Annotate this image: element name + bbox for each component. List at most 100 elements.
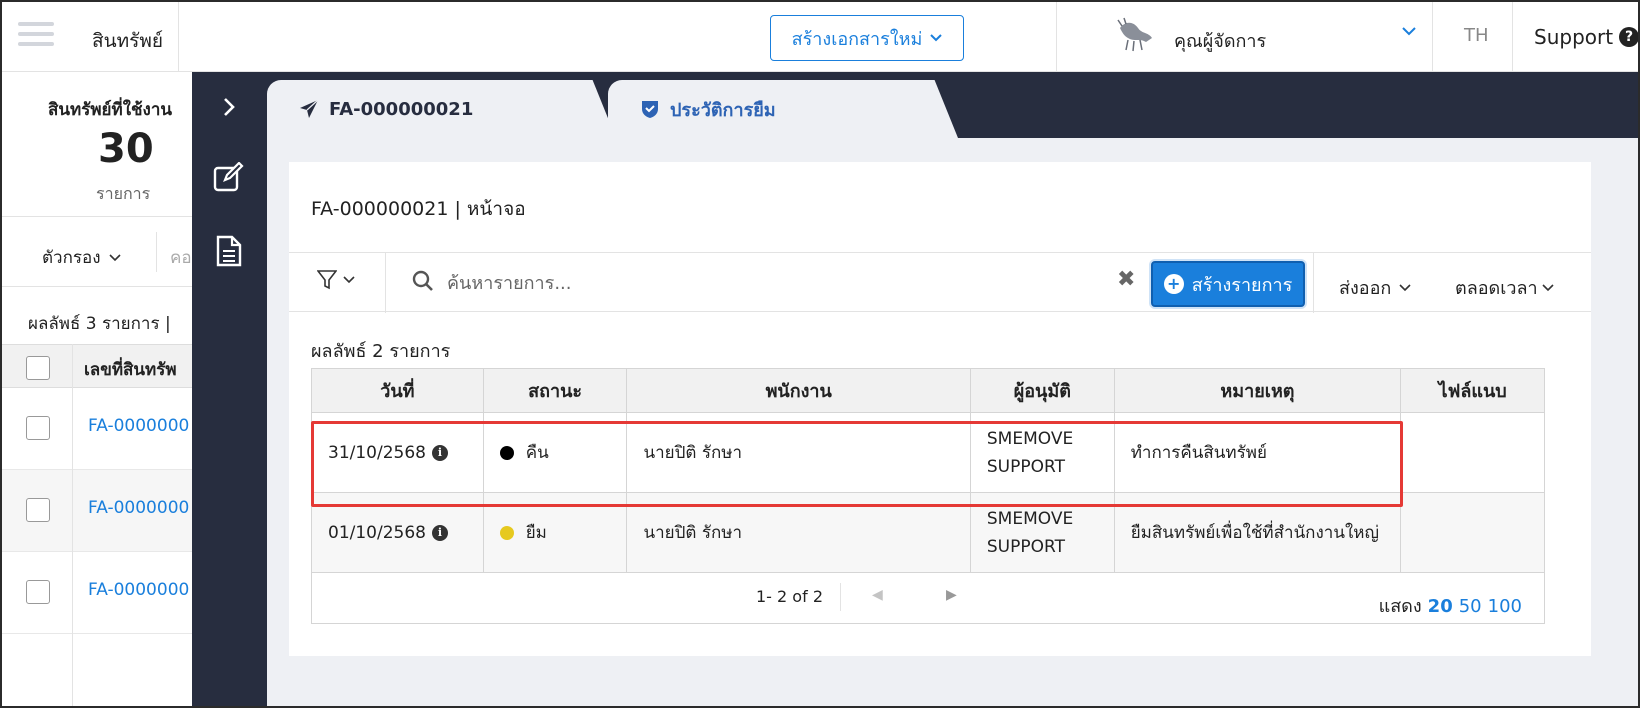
page-size-option[interactable]: 100 — [1488, 596, 1522, 617]
summary-count: 30 — [98, 126, 154, 172]
column-filter-label[interactable]: คอ — [170, 244, 192, 271]
divider — [385, 253, 386, 313]
column-header-approver[interactable]: ผู้อนุมัติ — [971, 369, 1115, 412]
divider — [2, 286, 192, 287]
chevron-right-icon[interactable] — [210, 88, 248, 126]
app-window: สินทรัพย์ สร้างเอกสารใหม่ คุณผู้จัดการ T… — [0, 0, 1640, 708]
select-all-checkbox[interactable] — [26, 356, 50, 380]
help-icon: ? — [1619, 27, 1638, 47]
divider — [178, 2, 179, 72]
new-document-button[interactable]: สร้างเอกสารใหม่ — [770, 15, 964, 61]
attachment-cell — [1401, 413, 1544, 492]
filter-button[interactable] — [317, 269, 355, 291]
divider — [840, 583, 841, 611]
employee-cell: นายปิติ รักษา — [627, 493, 971, 572]
user-menu-chevron-icon[interactable] — [1402, 26, 1416, 36]
row-checkbox[interactable] — [26, 416, 50, 440]
show-label: แสดง — [1378, 596, 1422, 617]
page-size-option[interactable]: 50 — [1459, 596, 1482, 617]
attachment-cell — [1401, 493, 1544, 572]
divider — [1056, 2, 1057, 72]
status-cell: ยืม — [484, 493, 628, 572]
time-range-dropdown[interactable]: ตลอดเวลา — [1455, 273, 1554, 302]
card-title: FA-000000021 | หน้าจอ — [311, 198, 526, 220]
plus-circle-icon: + — [1163, 274, 1184, 294]
create-item-button[interactable]: + สร้างรายการ — [1151, 261, 1305, 307]
history-card: FA-000000021 | หน้าจอ ✖ + สร้างรายการ ส่… — [289, 162, 1591, 656]
info-icon[interactable]: i — [431, 524, 448, 541]
app-title: สินทรัพย์ — [92, 30, 163, 52]
approver-cell: SMEMOVE SUPPORT — [971, 493, 1115, 572]
search-input[interactable] — [447, 267, 1087, 299]
asset-list-panel: สินทรัพย์ที่ใช้งาน 30 รายการ ตัวกรอง คอ … — [2, 72, 192, 706]
note-cell: ยืมสินทรัพย์เพื่อใช้ที่สำนักงานใหญ่ — [1115, 493, 1402, 572]
pagination-info: 1- 2 of 2 — [756, 587, 823, 606]
borrow-history-table: วันที่ สถานะ พนักงาน ผู้อนุมัติ หมายเหตุ… — [311, 368, 1545, 624]
new-document-label: สร้างเอกสารใหม่ — [791, 28, 923, 50]
clear-search-icon[interactable]: ✖ — [1117, 267, 1135, 292]
table-header: วันที่ สถานะ พนักงาน ผู้อนุมัติ หมายเหตุ… — [312, 369, 1544, 413]
tab-borrow-history-label: ประวัติการยืม — [670, 99, 776, 121]
date-cell: 31/10/2568 i — [312, 413, 484, 492]
page-size-selector: แสดง 20 50 100 — [1379, 591, 1522, 620]
user-name[interactable]: คุณผู้จัดการ — [1174, 26, 1266, 55]
tab-asset[interactable]: FA-000000021 — [267, 80, 597, 138]
toolbar: ✖ + สร้างรายการ ส่งออก ตลอดเวลา — [289, 252, 1591, 313]
chevron-down-icon — [930, 34, 943, 42]
tab-borrow-history[interactable]: ประวัติการยืม — [608, 80, 938, 138]
language-switch[interactable]: TH — [1464, 25, 1489, 46]
page-size-option[interactable]: 20 — [1428, 596, 1453, 617]
result-count: ผลลัพธ์ 3 รายการ | — [28, 314, 171, 334]
tab-asset-label: FA-000000021 — [329, 98, 474, 120]
table-row[interactable]: FA-0000000 — [2, 470, 192, 552]
edit-icon[interactable] — [210, 158, 248, 196]
column-header-status[interactable]: สถานะ — [484, 369, 628, 412]
document-icon[interactable] — [210, 232, 248, 270]
asset-link[interactable]: FA-0000000 — [88, 580, 189, 600]
column-header-attachment[interactable]: ไฟล์แนบ — [1401, 369, 1544, 412]
row-checkbox[interactable] — [26, 498, 50, 522]
summary-label: สินทรัพย์ที่ใช้งาน — [48, 100, 173, 120]
avatar[interactable] — [1116, 16, 1156, 56]
previous-page-icon[interactable]: ◀ — [872, 587, 883, 603]
divider — [1512, 2, 1513, 72]
export-label: ส่งออก — [1339, 278, 1392, 299]
drawer-rail — [192, 72, 266, 706]
column-header-employee[interactable]: พนักงาน — [627, 369, 971, 412]
next-page-icon[interactable]: ▶ — [946, 587, 957, 603]
support-link[interactable]: Support ? — [1534, 25, 1638, 49]
top-bar: สินทรัพย์ สร้างเอกสารใหม่ คุณผู้จัดการ T… — [2, 2, 1638, 72]
hamburger-menu-icon[interactable] — [18, 22, 54, 50]
table-row[interactable]: FA-0000000 — [2, 388, 192, 470]
employee-cell: นายปิติ รักษา — [627, 413, 971, 492]
result-count: ผลลัพธ์ 2 รายการ — [311, 341, 451, 362]
time-range-label: ตลอดเวลา — [1455, 278, 1538, 299]
divider — [1313, 253, 1314, 313]
chevron-down-icon — [1542, 283, 1554, 291]
table-row[interactable]: FA-0000000 — [2, 552, 192, 634]
asset-link[interactable]: FA-0000000 — [88, 416, 189, 436]
status-value: คืน — [525, 442, 549, 463]
filter-dropdown[interactable]: ตัวกรอง — [42, 244, 121, 271]
info-icon[interactable]: i — [431, 444, 448, 461]
approver-cell: SMEMOVE SUPPORT — [971, 413, 1115, 492]
row-checkbox[interactable] — [26, 580, 50, 604]
divider — [156, 232, 157, 272]
date-value: 01/10/2568 — [328, 522, 426, 543]
note-cell: ทำการคืนสินทรัพย์ — [1115, 413, 1402, 492]
column-header-note[interactable]: หมายเหตุ — [1115, 369, 1402, 412]
chevron-down-icon — [1399, 283, 1411, 291]
export-dropdown[interactable]: ส่งออก — [1339, 273, 1411, 302]
table-row[interactable]: 01/10/2568 i ยืม นายปิติ รักษา SMEMOVE S… — [312, 493, 1544, 573]
divider — [1432, 2, 1433, 72]
column-header-date[interactable]: วันที่ — [312, 369, 484, 412]
column-header-asset-no[interactable]: เลขที่สินทรัพ — [84, 356, 177, 383]
divider — [72, 344, 73, 706]
summary-unit: รายการ — [96, 184, 151, 203]
search-icon — [412, 270, 433, 291]
paper-plane-icon — [300, 99, 319, 118]
asset-link[interactable]: FA-0000000 — [88, 498, 189, 518]
create-item-label: สร้างรายการ — [1191, 274, 1293, 296]
table-row[interactable]: 31/10/2568 i คืน นายปิติ รักษา SMEMOVE S… — [312, 413, 1544, 493]
date-cell: 01/10/2568 i — [312, 493, 484, 572]
